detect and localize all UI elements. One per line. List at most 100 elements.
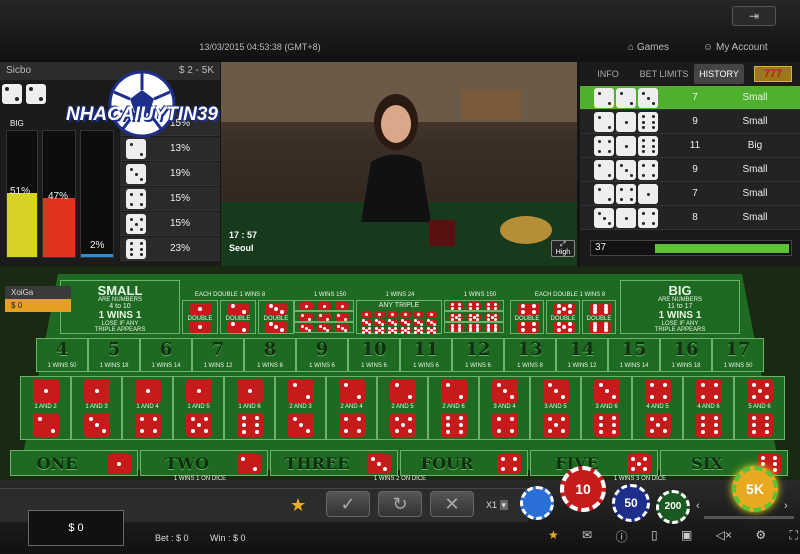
chip-partial[interactable] [520,486,554,520]
roulette-table [461,90,521,120]
chip-50[interactable]: 50 [612,484,650,522]
combo-bet-15[interactable]: 5 AND 6 [734,376,785,440]
clear-button[interactable]: ✕ [430,491,474,517]
triple-bet-1[interactable] [294,300,354,311]
tab-info[interactable]: INFO [586,64,630,84]
volume-slider[interactable] [704,516,794,519]
double-bet-3[interactable]: DOUBLE [258,300,294,334]
chip-10[interactable]: 10 [560,466,606,512]
single-bet-two[interactable]: TWO [140,450,268,476]
combo-bet-12[interactable]: 3 AND 6 [581,376,632,440]
total-payout: 1 WINS 8 [517,363,543,369]
small-bet-area[interactable]: SMALL ARE NUMBERS 4 to 10 1 WINS 1 LOSE IF A… [60,280,180,334]
die-3-icon [426,319,437,326]
info-icon[interactable]: ⓘ [616,528,628,545]
combo-label: 2 AND 3 [289,404,312,410]
video-icon[interactable]: ▣ [681,528,692,545]
chevron-right-icon: › [784,500,788,512]
triple-bet-6[interactable] [444,322,504,333]
chip-next-button[interactable]: › [784,500,788,512]
triple-bet-2[interactable] [294,311,354,322]
my-account-link[interactable]: ☺ My Account [703,42,768,53]
combo-bet-2[interactable]: 1 AND 3 [71,376,122,440]
multiplier-select[interactable]: X1 ▾ [486,500,509,511]
rebet-button[interactable]: ↻ [378,491,422,517]
games-label: Games [636,42,670,53]
big-payout: 1 WINS 1 [658,310,702,321]
slot-777-icon[interactable]: 777 [754,66,792,82]
die-4-icon [594,136,614,156]
combo-bet-1[interactable]: 1 AND 2 [20,376,71,440]
games-link[interactable]: ⌂ Games [628,42,669,53]
combo-bet-6[interactable]: 2 AND 3 [275,376,326,440]
mute-icon[interactable]: ◁× [716,528,732,545]
total-bet-8[interactable]: 8 1 WINS 8 [244,338,296,372]
combo-bet-8[interactable]: 2 AND 5 [377,376,428,440]
combo-bet-5[interactable]: 1 AND 6 [224,376,275,440]
chip-5k[interactable]: 5K [732,466,778,512]
double-bet-1[interactable]: DOUBLE [182,300,218,334]
video-quality-button[interactable]: ⤢ High [551,240,575,257]
die-6-icon [237,413,263,437]
die-6-icon [747,413,773,437]
total-bet-5[interactable]: 5 1 WINS 18 [88,338,140,372]
single-bet-one[interactable]: ONE [10,450,138,476]
total-bet-12[interactable]: 12 1 WINS 6 [452,338,504,372]
total-bet-15[interactable]: 15 1 WINS 14 [608,338,660,372]
any-triple-bet[interactable]: ANY TRIPLE [356,300,442,334]
combo-bet-14[interactable]: 4 AND 6 [683,376,734,440]
total-bet-4[interactable]: 4 1 WINS 50 [36,338,88,372]
total-bet-17[interactable]: 17 1 WINS 50 [712,338,764,372]
star-icon[interactable]: ★ [548,528,559,545]
total-bet-9[interactable]: 9 1 WINS 6 [296,338,348,372]
triple-bet-4[interactable] [444,300,504,311]
chat-icon[interactable]: ✉ [582,528,592,545]
single-bet-three[interactable]: THREE [270,450,398,476]
combo-bet-9[interactable]: 2 AND 6 [428,376,479,440]
total-bet-10[interactable]: 10 1 WINS 6 [348,338,400,372]
triple-bet-3[interactable] [294,322,354,333]
die-3-icon [400,319,411,326]
total-payout: 1 WINS 50 [47,363,77,369]
combo-bet-10[interactable]: 3 AND 4 [479,376,530,440]
total-bet-13[interactable]: 13 1 WINS 8 [504,338,556,372]
progress-fill [655,244,789,253]
combo-bet-11[interactable]: 3 AND 5 [530,376,581,440]
triple-bet-5[interactable] [444,311,504,322]
settings-icon[interactable]: ⚙ [755,528,766,545]
total-bet-6[interactable]: 6 1 WINS 14 [140,338,192,372]
combo-bet-3[interactable]: 1 AND 4 [122,376,173,440]
tab-bet-limits[interactable]: BET LIMITS [638,64,690,84]
total-bet-11[interactable]: 11 1 WINS 6 [400,338,452,372]
favorite-star-icon[interactable]: ★ [290,495,306,516]
big-bet-area[interactable]: BIG ARE NUMBERS 11 to 17 1 WINS 1 LOSE IF AN… [620,280,740,334]
total-bet-16[interactable]: 16 1 WINS 18 [660,338,712,372]
combo-bet-13[interactable]: 4 AND 5 [632,376,683,440]
combo-label: 2 AND 4 [340,404,363,410]
die-3-icon [413,319,424,326]
combo-bet-4[interactable]: 1 AND 5 [173,376,224,440]
big-range: 11 to 17 [667,303,693,310]
die-2-icon [594,160,614,180]
double-bet-4[interactable]: DOUBLE [510,300,544,334]
die-4-icon [135,413,161,437]
die-5-icon [390,413,416,437]
die-6-icon [589,303,611,315]
repeat-icon: ↻ [392,494,408,514]
die-5-icon [645,413,671,437]
mobile-icon[interactable]: ▯ [651,528,658,545]
fullscreen-icon[interactable]: ⛶ [790,528,798,545]
chip-prev-button[interactable]: ‹ [696,500,700,512]
total-bet-7[interactable]: 7 1 WINS 12 [192,338,244,372]
double-bet-6[interactable]: DOUBLE [582,300,616,334]
combo-bet-7[interactable]: 2 AND 4 [326,376,377,440]
total-bet-14[interactable]: 14 1 WINS 12 [556,338,608,372]
chip-200[interactable]: 200 [656,490,690,524]
single-bet-four[interactable]: FOUR [400,450,528,476]
die-1-icon [189,321,211,333]
confirm-button[interactable]: ✓ [326,491,370,517]
tab-history[interactable]: HISTORY [694,64,744,84]
exit-button[interactable]: ⇥ [732,6,776,26]
double-bet-2[interactable]: DOUBLE [220,300,256,334]
double-bet-5[interactable]: DOUBLE [546,300,580,334]
